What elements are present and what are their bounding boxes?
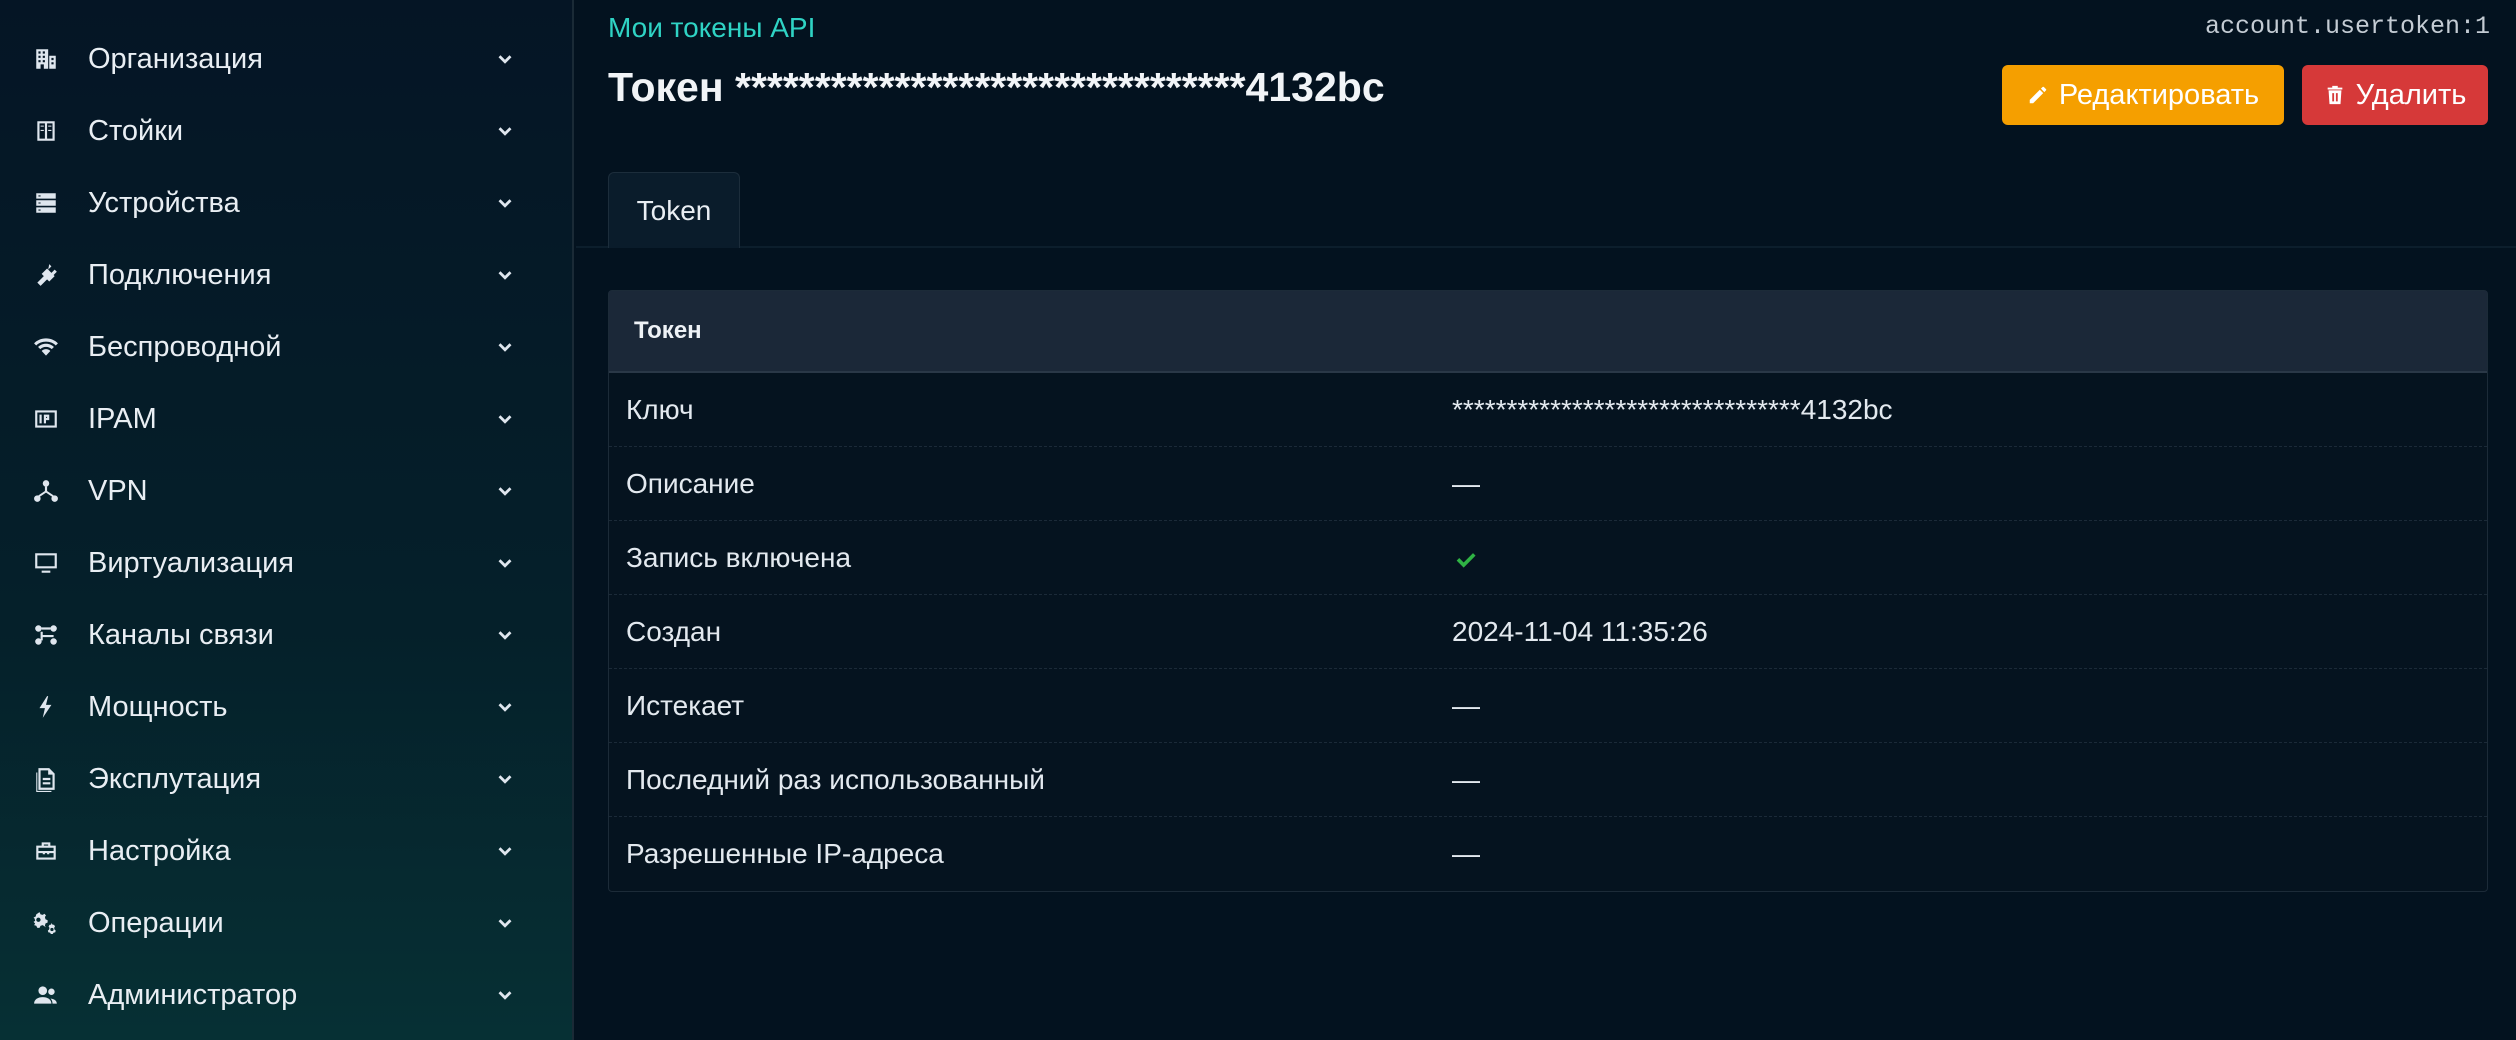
card-title: Токен (609, 291, 2487, 373)
server-icon (30, 187, 62, 219)
row-value: — (1452, 838, 1480, 869)
table-row: Запись включена (609, 521, 2487, 595)
sidebar-item-provisioning[interactable]: Эксплутация (0, 743, 574, 815)
monitor-icon (30, 547, 62, 579)
token-card: Токен Ключ *****************************… (608, 290, 2488, 892)
sidebar-item-label: Подключения (88, 258, 272, 291)
chevron-down-icon (494, 624, 516, 646)
sidebar-item-label: Администратор (88, 978, 298, 1011)
sidebar-item-connections[interactable]: Подключения (0, 239, 574, 311)
row-label: Ключ (626, 394, 694, 425)
row-value: ********************************4132bc (1452, 394, 1893, 425)
page-title: Токен ********************************41… (608, 64, 1385, 110)
sidebar-item-label: Устройства (88, 186, 240, 219)
building-icon (30, 43, 62, 75)
chevron-down-icon (494, 48, 516, 70)
chevron-down-icon (494, 480, 516, 502)
sidebar-item-devices[interactable]: Устройства (0, 167, 574, 239)
chevron-down-icon (494, 264, 516, 286)
chevron-down-icon (494, 552, 516, 574)
sidebar-item-label: Мощность (88, 690, 228, 723)
sidebar-item-label: Каналы связи (88, 618, 274, 651)
row-label: Запись включена (626, 542, 852, 573)
sidebar-item-wireless[interactable]: Беспроводной (0, 311, 574, 383)
pencil-icon (2029, 86, 2047, 104)
delete-button-label: Удалить (2355, 78, 2467, 111)
sidebar-item-label: Настройка (88, 834, 231, 867)
chevron-down-icon (494, 696, 516, 718)
sidebar-item-label: Виртуализация (88, 546, 295, 579)
sidebar-item-vpn[interactable]: VPN (0, 455, 574, 527)
row-label: Последний раз использованный (626, 764, 1045, 795)
app: Организация Стойки Устройства Подключени… (0, 0, 2516, 1040)
table-row: Создан 2024-11-04 11:35:26 (609, 595, 2487, 669)
table-row: Описание — (609, 447, 2487, 521)
chevron-down-icon (494, 336, 516, 358)
rack-icon (30, 115, 62, 147)
sidebar-item-ipam[interactable]: IPAM (0, 383, 574, 455)
users-icon (30, 979, 62, 1011)
plug-icon (30, 259, 62, 291)
checkmark-icon (1452, 521, 1480, 595)
sidebar-item-label: Организация (88, 42, 263, 75)
sidebar-item-label: IPAM (88, 402, 157, 435)
chevron-down-icon (494, 768, 516, 790)
sidebar-item-virtualization[interactable]: Виртуализация (0, 527, 574, 599)
delete-button[interactable]: Удалить (2302, 65, 2488, 125)
chevron-down-icon (494, 408, 516, 430)
sidebar-item-customization[interactable]: Настройка (0, 815, 574, 887)
sidebar-item-operations[interactable]: Операции (0, 887, 574, 959)
table-row: Ключ ********************************413… (609, 373, 2487, 447)
sidebar-item-label: Стойки (88, 114, 184, 147)
row-label: Создан (626, 616, 722, 647)
chevron-down-icon (494, 192, 516, 214)
ipam-icon (30, 403, 62, 435)
row-value: — (1452, 764, 1480, 795)
edit-button[interactable]: Редактировать (2002, 65, 2284, 125)
tab-label: Token (636, 194, 712, 226)
sidebar-item-circuits[interactable]: Каналы связи (0, 599, 574, 671)
row-label: Описание (626, 468, 755, 499)
chevron-down-icon (494, 984, 516, 1006)
table-row: Разрешенные IP-адреса — (609, 817, 2487, 891)
sidebar-item-label: Операции (88, 906, 224, 939)
row-value: 2024-11-04 11:35:26 (1452, 616, 1708, 647)
toolbox-icon (30, 835, 62, 867)
table-row: Последний раз использованный — (609, 743, 2487, 817)
sidebar-item-label: Эксплутация (88, 762, 262, 795)
sidebar-item-admin[interactable]: Администратор (0, 959, 574, 1031)
wifi-icon (30, 331, 62, 363)
edit-button-label: Редактировать (2058, 78, 2260, 111)
document-icon (30, 763, 62, 795)
row-value: — (1452, 468, 1480, 499)
table-row: Истекает — (609, 669, 2487, 743)
tabs-bar: Token (576, 172, 2516, 248)
chevron-down-icon (494, 912, 516, 934)
row-label: Разрешенные IP-адреса (626, 838, 944, 869)
object-identifier: account.usertoken:1 (2204, 12, 2490, 41)
chevron-down-icon (494, 120, 516, 142)
sidebar-item-power[interactable]: Мощность (0, 671, 574, 743)
circuit-icon (30, 619, 62, 651)
vpn-icon (30, 475, 62, 507)
tab-token[interactable]: Token (608, 172, 740, 248)
row-label: Истекает (626, 690, 745, 721)
lightning-icon (30, 691, 62, 723)
sidebar: Организация Стойки Устройства Подключени… (0, 0, 574, 1040)
main-content: Мои токены API account.usertoken:1 Токен… (576, 0, 2516, 1040)
chevron-down-icon (494, 840, 516, 862)
breadcrumb-link[interactable]: Мои токены API (608, 12, 815, 44)
sidebar-item-label: VPN (88, 474, 148, 507)
sidebar-item-organization[interactable]: Организация (0, 23, 574, 95)
sidebar-item-label: Беспроводной (88, 330, 282, 363)
sidebar-item-racks[interactable]: Стойки (0, 95, 574, 167)
row-value: — (1452, 690, 1480, 721)
cogs-icon (30, 907, 62, 939)
trash-icon (2327, 85, 2342, 105)
